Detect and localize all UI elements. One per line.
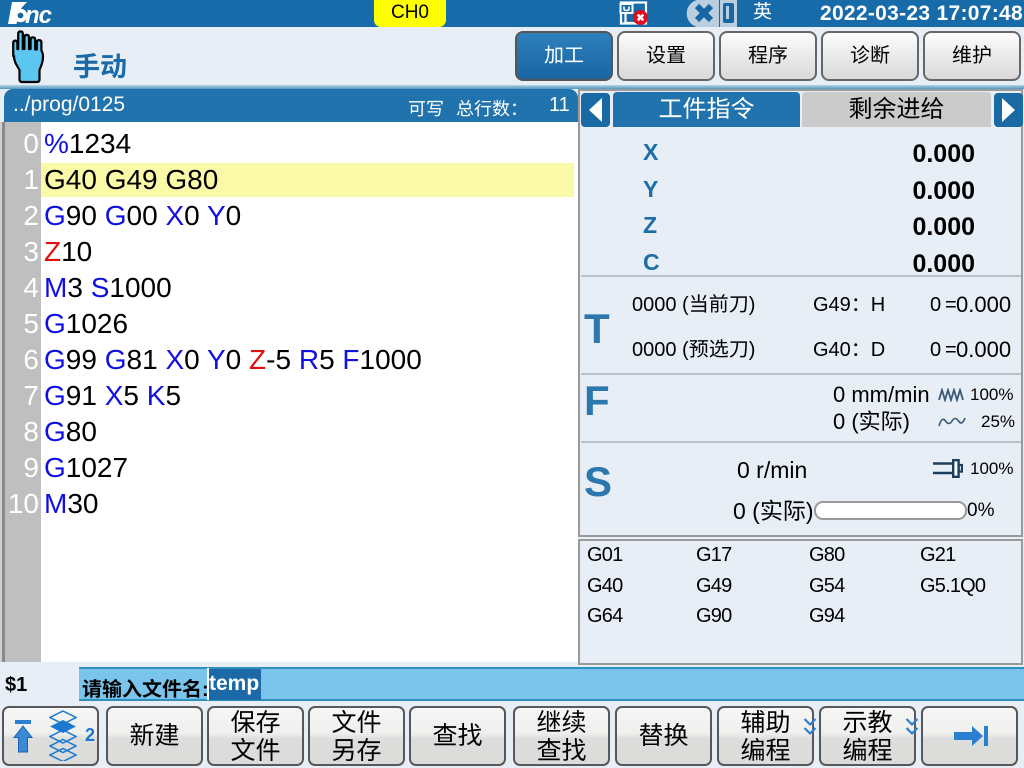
svg-text:nc: nc	[25, 2, 52, 27]
